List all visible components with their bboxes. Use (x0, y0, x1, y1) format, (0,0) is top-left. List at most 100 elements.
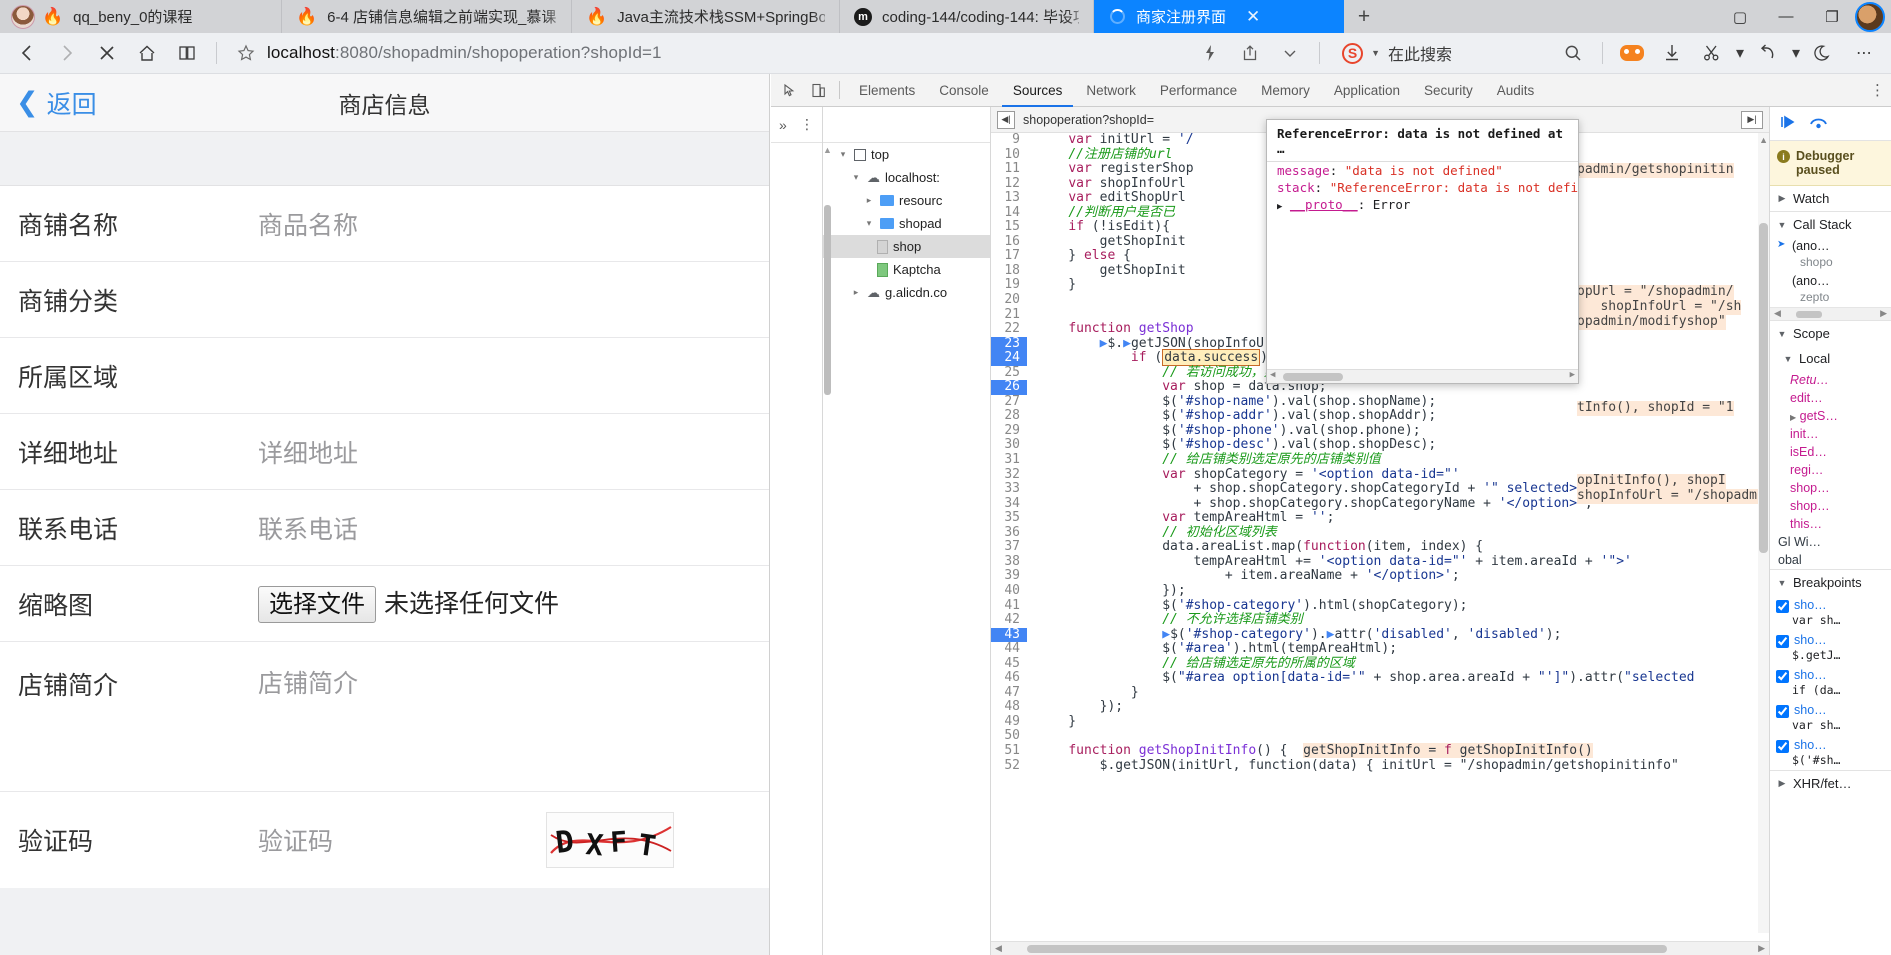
tab-performance[interactable]: Performance (1149, 74, 1248, 107)
scope-variable[interactable]: regi… (1770, 461, 1891, 479)
twisty-icon[interactable]: ▾ (863, 218, 875, 229)
scroll-right-icon[interactable]: ▶ (1570, 370, 1575, 380)
tab-application[interactable]: Application (1323, 74, 1411, 107)
line-number[interactable]: 18 (991, 263, 1027, 279)
overflow-icon[interactable]: » (779, 117, 787, 133)
scroll-left-icon[interactable]: ◀ (1270, 370, 1275, 380)
twisty-icon[interactable]: ▸ (850, 287, 862, 298)
line-number[interactable]: 42 (991, 612, 1027, 628)
call-stack-frame[interactable]: (ano… (1770, 237, 1891, 255)
code-line[interactable]: 29 $('#shop-phone').val(shop.phone); (991, 423, 1769, 439)
step-over-icon[interactable] (1809, 115, 1828, 133)
tab-sources[interactable]: Sources (1002, 74, 1074, 107)
error-proto-row[interactable]: ▶ __proto__: Error (1267, 196, 1578, 213)
scope-variable[interactable]: this… (1770, 515, 1891, 533)
code-line[interactable]: 42 // 不允许选择店铺类别 (991, 612, 1769, 628)
breakpoint-checkbox[interactable] (1776, 600, 1789, 613)
code-line[interactable]: 41 $('#shop-category').html(shopCategory… (991, 598, 1769, 614)
line-number[interactable]: 37 (991, 540, 1027, 555)
scroll-up-icon[interactable]: ▲ (1759, 135, 1768, 145)
line-number[interactable]: 50 (991, 729, 1027, 744)
twisty-icon[interactable]: ▼ (1782, 354, 1794, 364)
chevron-down-icon[interactable]: ▾ (1733, 36, 1747, 70)
twisty-icon[interactable]: ▼ (1776, 578, 1788, 588)
code-line[interactable]: 47 } (991, 685, 1769, 701)
line-number[interactable]: 44 (991, 642, 1027, 657)
scissors-icon[interactable] (1693, 36, 1731, 70)
code-line[interactable]: 49 } (991, 714, 1769, 730)
line-number[interactable]: 27 (991, 394, 1027, 410)
scope-variable[interactable]: Retu… (1770, 371, 1891, 389)
tree-item-localhost[interactable]: ▾ ☁ localhost: (837, 166, 990, 189)
line-number[interactable]: 39 (991, 569, 1027, 584)
tab-elements[interactable]: Elements (848, 74, 926, 107)
twisty-icon[interactable]: ▼ (1776, 220, 1788, 230)
inspect-icon[interactable] (777, 77, 803, 103)
code-horizontal-scrollbar[interactable]: ◀ ▶ (991, 941, 1769, 955)
line-number[interactable]: 30 (991, 438, 1027, 454)
browser-tab-0[interactable]: 🔥 qq_beny_0的课程 (0, 0, 282, 33)
code-line[interactable]: 46 $("#area option[data-id='" + shop.are… (991, 670, 1769, 686)
resume-icon[interactable] (1780, 115, 1797, 133)
more-vertical-icon[interactable]: ⋮ (1870, 81, 1885, 99)
code-line[interactable]: 31 // 给店铺类别选定原先的店铺类别值 (991, 452, 1769, 468)
gamepad-icon[interactable] (1613, 36, 1651, 70)
line-number[interactable]: 20 (991, 292, 1027, 308)
line-number[interactable]: 32 (991, 467, 1027, 483)
line-number[interactable]: 17 (991, 249, 1027, 264)
line-number[interactable]: 46 (991, 671, 1027, 686)
tree-item-alicdn[interactable]: ▸ ☁ g.alicdn.co (837, 281, 990, 304)
reading-view-icon[interactable] (168, 36, 206, 70)
scope-variable[interactable]: edit… (1770, 389, 1891, 407)
code-line[interactable]: 30 $('#shop-desc').val(shop.shopDesc); (991, 438, 1769, 454)
line-number[interactable]: 51 (991, 743, 1027, 759)
undo-icon[interactable] (1749, 36, 1787, 70)
forward-button[interactable] (48, 36, 86, 70)
twisty-icon[interactable]: ▶ (1776, 778, 1788, 789)
source-file-name[interactable]: shopoperation?shopId= (1023, 113, 1154, 127)
line-number[interactable]: 47 (991, 685, 1027, 701)
line-number[interactable]: 38 (991, 554, 1027, 570)
call-stack-scrollbar[interactable]: ◀ ▶ (1770, 307, 1891, 320)
line-number[interactable]: 29 (991, 423, 1027, 439)
chevron-down-icon[interactable]: ▾ (1789, 36, 1803, 70)
sidebar-toggle-icon[interactable]: ◀| (997, 110, 1015, 129)
shop-desc-textarea[interactable]: 店铺简介 (258, 664, 358, 700)
twisty-icon[interactable]: ▶ (1776, 193, 1788, 204)
breakpoint-item[interactable]: sho… (1770, 700, 1891, 718)
stop-button[interactable] (88, 36, 126, 70)
captcha-image[interactable]: D X F T (546, 812, 674, 868)
code-vertical-scrollbar[interactable]: ▲ (1758, 133, 1769, 933)
line-number[interactable]: 15 (991, 220, 1027, 235)
flash-icon[interactable] (1191, 36, 1229, 70)
maximize-button[interactable]: ❐ (1809, 0, 1855, 33)
home-button[interactable] (128, 36, 166, 70)
line-number[interactable]: 12 (991, 176, 1027, 192)
menu-icon[interactable]: ⋮ (800, 116, 814, 133)
line-number[interactable]: 49 (991, 714, 1027, 730)
breakpoint-checkbox[interactable] (1776, 740, 1789, 753)
search-icon[interactable] (1554, 36, 1592, 70)
line-number[interactable]: 40 (991, 583, 1027, 599)
code-line[interactable]: 40 }); (991, 583, 1769, 599)
tree-item-top[interactable]: ▾ top (837, 143, 990, 166)
new-tab-button[interactable]: + (1344, 0, 1384, 33)
scope-variable[interactable]: init… (1770, 425, 1891, 443)
browser-tab-3[interactable]: m coding-144/coding-144: 毕设项目 S (840, 0, 1094, 33)
line-number[interactable]: 14 (991, 205, 1027, 221)
code-line[interactable]: 36 // 初始化区域列表 (991, 525, 1769, 541)
scope-variable[interactable]: shop… (1770, 497, 1891, 515)
scroll-right-icon[interactable]: ▶ (1758, 943, 1765, 954)
twisty-icon[interactable]: ▾ (850, 172, 862, 183)
error-tooltip-scrollbar[interactable]: ◀ ▶ (1267, 369, 1578, 383)
twisty-icon[interactable]: ▸ (863, 195, 875, 206)
code-line[interactable]: 35 var tempAreaHtml = ''; (991, 510, 1769, 526)
code-line[interactable]: 34 + shop.shopCategory.shopCategoryName … (991, 496, 1769, 512)
scroll-right-icon[interactable]: ▶ (1880, 308, 1887, 319)
pretty-print-icon[interactable]: ▶| (1741, 110, 1763, 129)
shop-phone-input[interactable]: 联系电话 (258, 510, 358, 546)
code-line[interactable]: 43 ▶$('#shop-category').▶attr('disabled'… (991, 627, 1769, 643)
code-line[interactable]: 38 tempAreaHtml += '<option data-id="' +… (991, 554, 1769, 570)
line-number[interactable]: 10 (991, 147, 1027, 163)
browser-tab-2[interactable]: 🔥 Java主流技术栈SSM+SpringBoot商 (572, 0, 840, 33)
